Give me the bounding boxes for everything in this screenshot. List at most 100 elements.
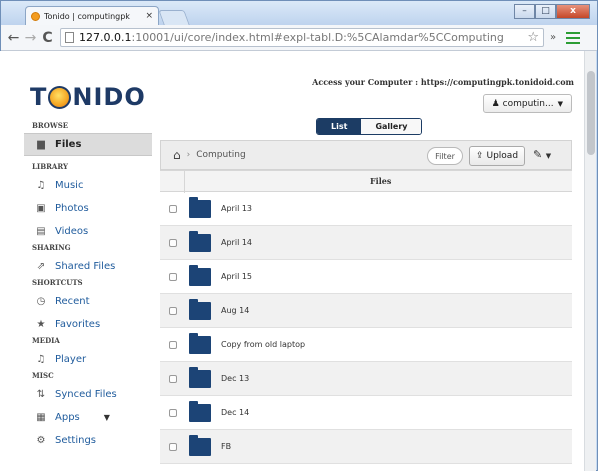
upload-button[interactable]: ⇪ Upload: [469, 146, 525, 166]
account-label: computin...: [502, 98, 554, 109]
upload-label: Upload: [486, 151, 519, 161]
file-name[interactable]: April 14: [221, 238, 252, 247]
tonido-favicon-icon: [31, 11, 40, 21]
sidebar-item-apps[interactable]: ▦ Apps ▼: [24, 406, 152, 429]
tonido-logo: T NIDO: [30, 83, 146, 111]
sidebar-item-label: Settings: [55, 435, 97, 446]
chevron-down-icon: ▼: [545, 152, 552, 160]
address-bar[interactable]: 127.0.0.1 :10001/ui/core/index.html#expl…: [60, 28, 544, 47]
sidebar-item-label: Apps: [55, 412, 80, 423]
url-path: :10001/ui/core/index.html#expl-tabl.D:%5…: [131, 31, 504, 44]
page-icon: [65, 32, 74, 43]
sidebar-item-videos[interactable]: ▤ Videos: [24, 220, 152, 243]
sidebar-item-recent[interactable]: ◷ Recent: [24, 290, 152, 313]
tab-close-icon[interactable]: ×: [145, 11, 153, 21]
reload-icon[interactable]: C: [39, 30, 56, 46]
photo-icon: ▣: [36, 203, 46, 214]
sidebar: BROWSE ▆ Files LIBRARY ♫ Music ▣ Photos …: [24, 121, 152, 452]
sidebar-item-synced-files[interactable]: ⇅ Synced Files: [24, 383, 152, 406]
row-checkbox[interactable]: [169, 374, 177, 383]
table-row[interactable]: Copy from old laptop: [160, 328, 572, 362]
file-name[interactable]: FB: [221, 442, 231, 451]
file-name[interactable]: Aug 14: [221, 306, 249, 315]
table-row[interactable]: Dec 14: [160, 396, 572, 430]
new-tab-button[interactable]: [158, 10, 190, 25]
logo-sun-icon: [48, 85, 72, 109]
files-list: April 13 April 14 April 15 Aug 14 Copy f…: [160, 192, 572, 464]
forward-arrow-icon[interactable]: →: [22, 30, 39, 46]
sync-icon: ⇅: [36, 389, 46, 400]
home-icon[interactable]: ⌂: [173, 148, 181, 162]
row-checkbox[interactable]: [169, 306, 177, 315]
row-checkbox[interactable]: [169, 408, 177, 417]
sidebar-item-player[interactable]: ♫ Player: [24, 348, 152, 371]
sidebar-item-label: Videos: [55, 226, 89, 237]
row-checkbox[interactable]: [169, 442, 177, 451]
list-view-button[interactable]: List: [317, 119, 362, 134]
file-name[interactable]: April 13: [221, 204, 252, 213]
file-name[interactable]: Dec 13: [221, 374, 249, 383]
tab-title: Tonido | computingpk: [44, 11, 130, 21]
account-dropdown[interactable]: ♟ computin... ▼: [482, 94, 572, 113]
folder-icon: [189, 366, 211, 388]
row-checkbox[interactable]: [169, 204, 177, 213]
extensions-chevron-icon[interactable]: »: [550, 32, 562, 43]
table-row[interactable]: April 15: [160, 260, 572, 294]
sidebar-item-files[interactable]: ▆ Files: [24, 133, 152, 156]
sidebar-item-favorites[interactable]: ★ Favorites: [24, 313, 152, 336]
file-name[interactable]: Dec 14: [221, 408, 249, 417]
video-icon: ▤: [36, 226, 46, 237]
page-scrollbar[interactable]: [584, 51, 596, 471]
sidebar-item-music[interactable]: ♫ Music: [24, 174, 152, 197]
user-icon: ♟: [491, 98, 500, 109]
sidebar-item-label: Photos: [55, 203, 89, 214]
star-icon: ★: [36, 319, 46, 330]
tools-dropdown[interactable]: ✎ ▼: [533, 148, 551, 161]
sidebar-section-misc: MISC: [32, 371, 54, 380]
breadcrumb-current[interactable]: Computing: [196, 150, 245, 160]
table-row[interactable]: April 14: [160, 226, 572, 260]
browser-tab[interactable]: Tonido | computingpk ×: [25, 6, 159, 25]
file-name[interactable]: April 15: [221, 272, 252, 281]
close-button[interactable]: x: [556, 4, 590, 19]
sidebar-item-photos[interactable]: ▣ Photos: [24, 197, 152, 220]
browser-menu-icon[interactable]: [566, 31, 580, 44]
folder-icon: ▆: [37, 139, 45, 150]
url-host: 127.0.0.1: [79, 31, 132, 44]
table-row[interactable]: FB: [160, 430, 572, 464]
column-divider: [184, 171, 185, 193]
folder-icon: [189, 400, 211, 422]
folder-icon: [189, 434, 211, 456]
table-row[interactable]: April 13: [160, 192, 572, 226]
gear-icon: ⚙: [36, 435, 46, 446]
minimize-button[interactable]: –: [514, 4, 535, 19]
sidebar-item-shared-files[interactable]: ⇗ Shared Files: [24, 255, 152, 278]
breadcrumb: ⌂ › Computing Filter ⇪ Upload ✎ ▼: [160, 140, 572, 170]
table-row[interactable]: Aug 14: [160, 294, 572, 328]
share-icon: ⇗: [36, 261, 46, 272]
window-controls: – □ x: [514, 4, 590, 19]
sidebar-item-settings[interactable]: ⚙ Settings: [24, 429, 152, 452]
back-arrow-icon[interactable]: ←: [5, 30, 22, 46]
sidebar-section-media: MEDIA: [32, 336, 60, 345]
table-row[interactable]: Dec 13: [160, 362, 572, 396]
filter-button[interactable]: Filter: [427, 147, 463, 165]
access-note: Access your Computer : https://computing…: [312, 77, 574, 87]
scrollbar-thumb[interactable]: [587, 71, 595, 155]
row-checkbox[interactable]: [169, 272, 177, 281]
logo-letters-nido: NIDO: [72, 83, 146, 111]
chevron-down-icon: ▼: [103, 413, 110, 422]
row-checkbox[interactable]: [169, 238, 177, 247]
maximize-button[interactable]: □: [535, 4, 556, 19]
chevron-down-icon: ▼: [557, 99, 563, 108]
file-name[interactable]: Copy from old laptop: [221, 340, 305, 349]
sidebar-item-label: Music: [55, 180, 84, 191]
bookmark-star-icon[interactable]: ☆: [527, 30, 539, 45]
sidebar-item-label: Player: [55, 354, 87, 365]
view-toggle: List Gallery: [316, 118, 423, 135]
gallery-view-button[interactable]: Gallery: [361, 119, 422, 134]
music-icon: ♫: [36, 180, 46, 191]
music-icon: ♫: [36, 354, 46, 365]
breadcrumb-separator: ›: [186, 150, 191, 160]
row-checkbox[interactable]: [169, 340, 177, 349]
